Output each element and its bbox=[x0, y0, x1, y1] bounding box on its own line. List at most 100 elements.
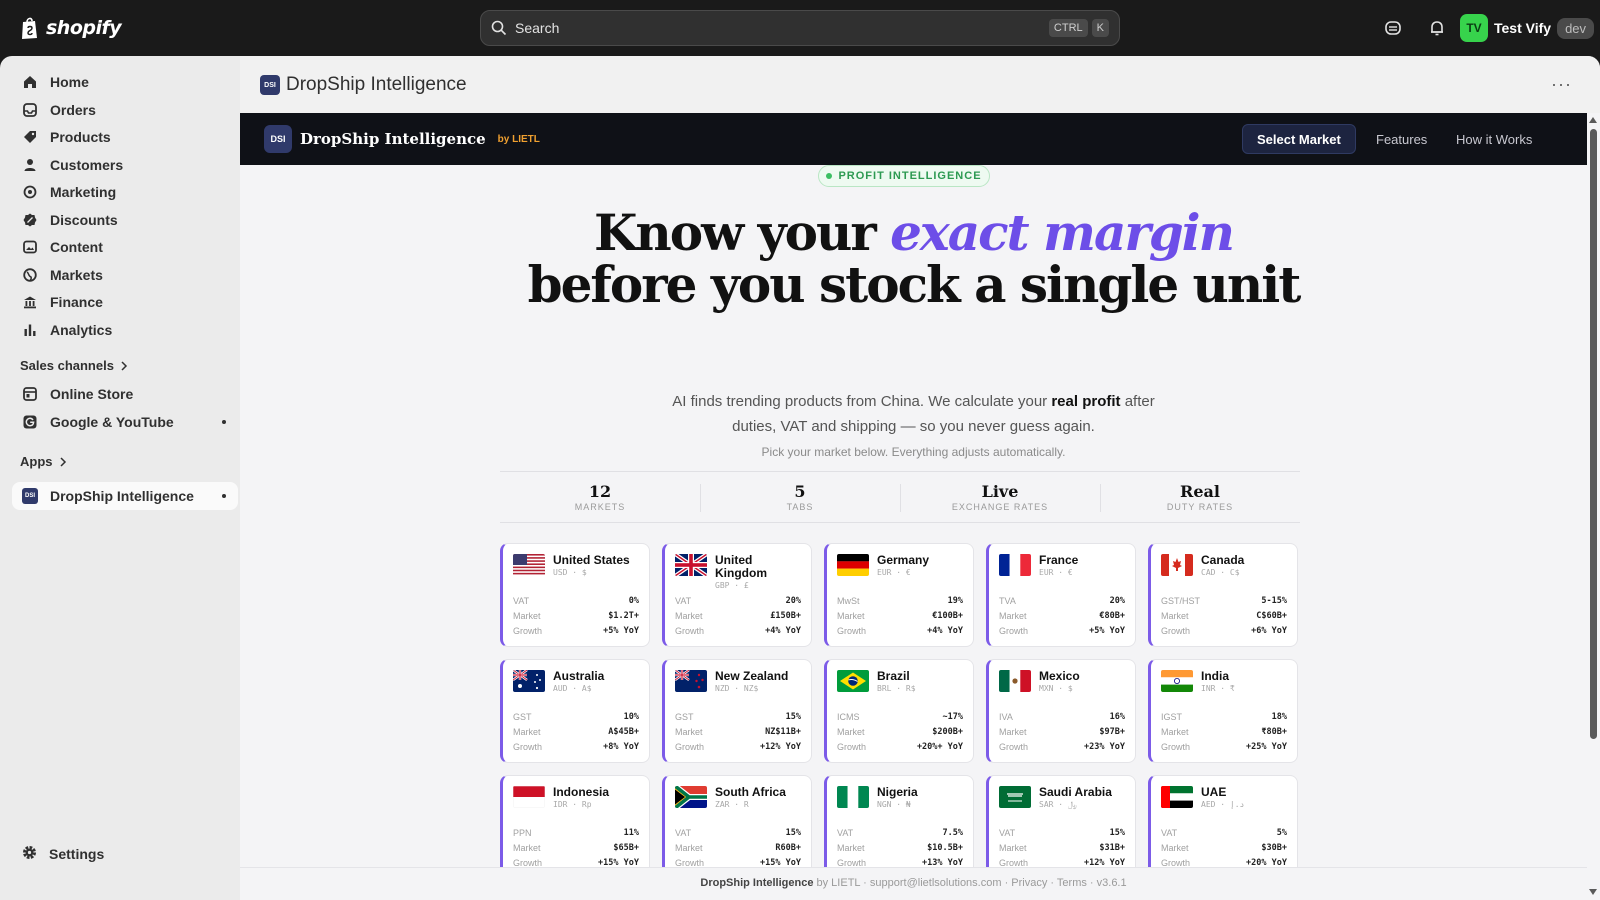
more-actions-button[interactable]: ··· bbox=[1551, 74, 1572, 95]
growth-label: Growth bbox=[1161, 626, 1191, 636]
market-currency: USD · $ bbox=[553, 568, 587, 577]
status-dot bbox=[222, 494, 226, 498]
hero-line1-a: Know your bbox=[593, 203, 891, 262]
tax-label: IGST bbox=[1161, 712, 1183, 722]
scrollbar[interactable] bbox=[1587, 113, 1600, 900]
sidebar-item-finance[interactable]: Finance bbox=[12, 288, 238, 316]
search-icon bbox=[491, 20, 507, 36]
sidebar-item-customers[interactable]: Customers bbox=[12, 151, 238, 179]
market-card-mexico[interactable]: Mexico MXN · $ IVA 16% Market $97B+ Growth… bbox=[986, 659, 1136, 763]
market-card-south-africa[interactable]: South Africa ZAR · R VAT 15% Market R60B+ … bbox=[662, 775, 812, 879]
market-card-canada[interactable]: Canada CAD · C$ GST/HST 5-15% Market C$60B… bbox=[1148, 543, 1298, 647]
sales-channels-header[interactable]: Sales channels bbox=[20, 358, 128, 373]
sidebar-item-analytics[interactable]: Analytics bbox=[12, 316, 238, 344]
search-bar[interactable]: Search CTRL K bbox=[480, 10, 1120, 46]
market-value: $31B+ bbox=[1099, 843, 1125, 853]
discount-icon bbox=[22, 212, 38, 228]
market-name: United Kingdom bbox=[715, 553, 767, 580]
store-icon bbox=[22, 386, 38, 402]
tax-value: 19% bbox=[947, 596, 963, 606]
growth-row: Growth +5% YoY bbox=[999, 624, 1125, 639]
growth-value: +12% YoY bbox=[760, 742, 801, 752]
apps-label: Apps bbox=[20, 454, 53, 469]
market-value: A$45B+ bbox=[608, 727, 639, 737]
market-value: C$60B+ bbox=[1256, 611, 1287, 621]
tax-row: VAT 7.5% bbox=[837, 826, 963, 841]
growth-row: Growth +8% YoY bbox=[513, 740, 639, 755]
growth-label: Growth bbox=[837, 742, 867, 752]
market-label: Market bbox=[999, 727, 1027, 737]
market-card-new-zealand[interactable]: New Zealand NZD · NZ$ GST 15% Market NZ$11… bbox=[662, 659, 812, 763]
market-value: €100B+ bbox=[932, 611, 963, 621]
user-menu[interactable]: TV Test Vify dev bbox=[1460, 14, 1595, 42]
scroll-thumb[interactable] bbox=[1590, 129, 1597, 739]
green-dot-icon bbox=[826, 173, 833, 179]
stat-label: MARKETS bbox=[574, 502, 626, 512]
page-title-text: DropShip Intelligence bbox=[286, 74, 467, 95]
sidebar-item-label: Google & YouTube bbox=[50, 414, 174, 430]
how-it-works-link[interactable]: How it Works bbox=[1442, 124, 1546, 154]
sidebar-item-settings[interactable]: Settings bbox=[12, 840, 238, 868]
sidebar-item-marketing[interactable]: Marketing bbox=[12, 178, 238, 206]
tax-value: 18% bbox=[1271, 712, 1287, 722]
sidebar-item-discounts[interactable]: Discounts bbox=[12, 206, 238, 234]
notifications-button[interactable] bbox=[1426, 17, 1448, 39]
market-row: Market $30B+ bbox=[1161, 841, 1287, 856]
market-card-germany[interactable]: Germany EUR · € MwSt 19% Market €100B+ Gro… bbox=[824, 543, 974, 647]
apps-header[interactable]: Apps bbox=[20, 454, 67, 469]
market-label: Market bbox=[513, 727, 541, 737]
market-card-nigeria[interactable]: Nigeria NGN · ₦ VAT 7.5% Market $10.5B+ Gr… bbox=[824, 775, 974, 879]
market-currency: AUD · A$ bbox=[553, 684, 592, 693]
market-card-india[interactable]: India INR · ₹ IGST 18% Market ₹80B+ Growth… bbox=[1148, 659, 1298, 763]
market-label: Market bbox=[999, 843, 1027, 853]
tax-row: TVA 20% bbox=[999, 594, 1125, 609]
flag-ng-icon bbox=[837, 786, 869, 808]
sidebar-item-google-youtube[interactable]: Google & YouTube bbox=[12, 408, 238, 436]
market-card-brazil[interactable]: Brazil BRL · R$ ICMS ~17% Market $200B+ Gr… bbox=[824, 659, 974, 763]
sidebar-item-online-store[interactable]: Online Store bbox=[12, 380, 238, 408]
footer-links[interactable]: by LIETL · support@lietlsolutions.com · … bbox=[813, 877, 1127, 889]
market-name: South Africa bbox=[715, 785, 786, 799]
market-card-united-states[interactable]: United States USD · $ VAT 0% Market $1.2T+… bbox=[500, 543, 650, 647]
sidebar-item-products[interactable]: Products bbox=[12, 123, 238, 151]
tax-row: VAT 15% bbox=[675, 826, 801, 841]
google-icon bbox=[22, 414, 38, 430]
stat-label: EXCHANGE RATES bbox=[951, 502, 1049, 512]
top-bar: shopify Search CTRL K TV Test Vify dev bbox=[0, 0, 1600, 56]
market-name: Canada bbox=[1201, 553, 1245, 567]
sidebar-item-content[interactable]: Content bbox=[12, 233, 238, 261]
sidebar-item-home[interactable]: Home bbox=[12, 68, 238, 96]
growth-label: Growth bbox=[837, 626, 867, 636]
dsi-logo: DSI bbox=[264, 125, 292, 153]
growth-row: Growth +20%+ YoY bbox=[837, 740, 963, 755]
sidebar-item-markets[interactable]: Markets bbox=[12, 261, 238, 289]
features-link[interactable]: Features bbox=[1362, 124, 1441, 154]
growth-value: +4% YoY bbox=[765, 626, 801, 636]
chevron-right-icon bbox=[121, 360, 128, 371]
app-brand[interactable]: DSI DropShip Intelligence by LIETL bbox=[264, 125, 540, 153]
sidebar-item-label: Products bbox=[50, 129, 111, 145]
select-market-button[interactable]: Select Market bbox=[1242, 124, 1356, 154]
shopify-logo[interactable]: shopify bbox=[20, 14, 122, 42]
market-currency: MXN · $ bbox=[1039, 684, 1073, 693]
sidebar-item-label: Content bbox=[50, 239, 103, 255]
tax-label: VAT bbox=[1161, 828, 1178, 838]
scroll-up-arrow[interactable] bbox=[1589, 117, 1597, 123]
market-card-indonesia[interactable]: Indonesia IDR · Rp PPN 11% Market $65B+ Gr… bbox=[500, 775, 650, 879]
tax-label: PPN bbox=[513, 828, 532, 838]
market-card-saudi-arabia[interactable]: Saudi Arabia SAR · ﷼ VAT 15% Market $31B+ … bbox=[986, 775, 1136, 879]
tax-row: MwSt 19% bbox=[837, 594, 963, 609]
page-title: DSI DropShip Intelligence bbox=[260, 74, 467, 96]
market-label: Market bbox=[837, 843, 865, 853]
sidebar-item-orders[interactable]: Orders bbox=[12, 96, 238, 124]
market-card-france[interactable]: France EUR · € TVA 20% Market €80B+ Growth… bbox=[986, 543, 1136, 647]
sidekick-button[interactable] bbox=[1382, 17, 1404, 39]
scroll-down-arrow[interactable] bbox=[1589, 889, 1597, 895]
market-card-united-kingdom[interactable]: United Kingdom GBP · £ VAT 20% Market £150… bbox=[662, 543, 812, 647]
flag-gb-icon bbox=[675, 554, 707, 576]
market-card-uae[interactable]: UAE AED · د.إ VAT 5% Market $30B+ Growth +2… bbox=[1148, 775, 1298, 879]
growth-row: Growth +25% YoY bbox=[1161, 740, 1287, 755]
market-card-australia[interactable]: Australia AUD · A$ GST 10% Market A$45B+ G… bbox=[500, 659, 650, 763]
tax-value: 5% bbox=[1276, 828, 1287, 838]
sidebar-item-dropship-intelligence[interactable]: DSI DropShip Intelligence bbox=[12, 482, 238, 510]
